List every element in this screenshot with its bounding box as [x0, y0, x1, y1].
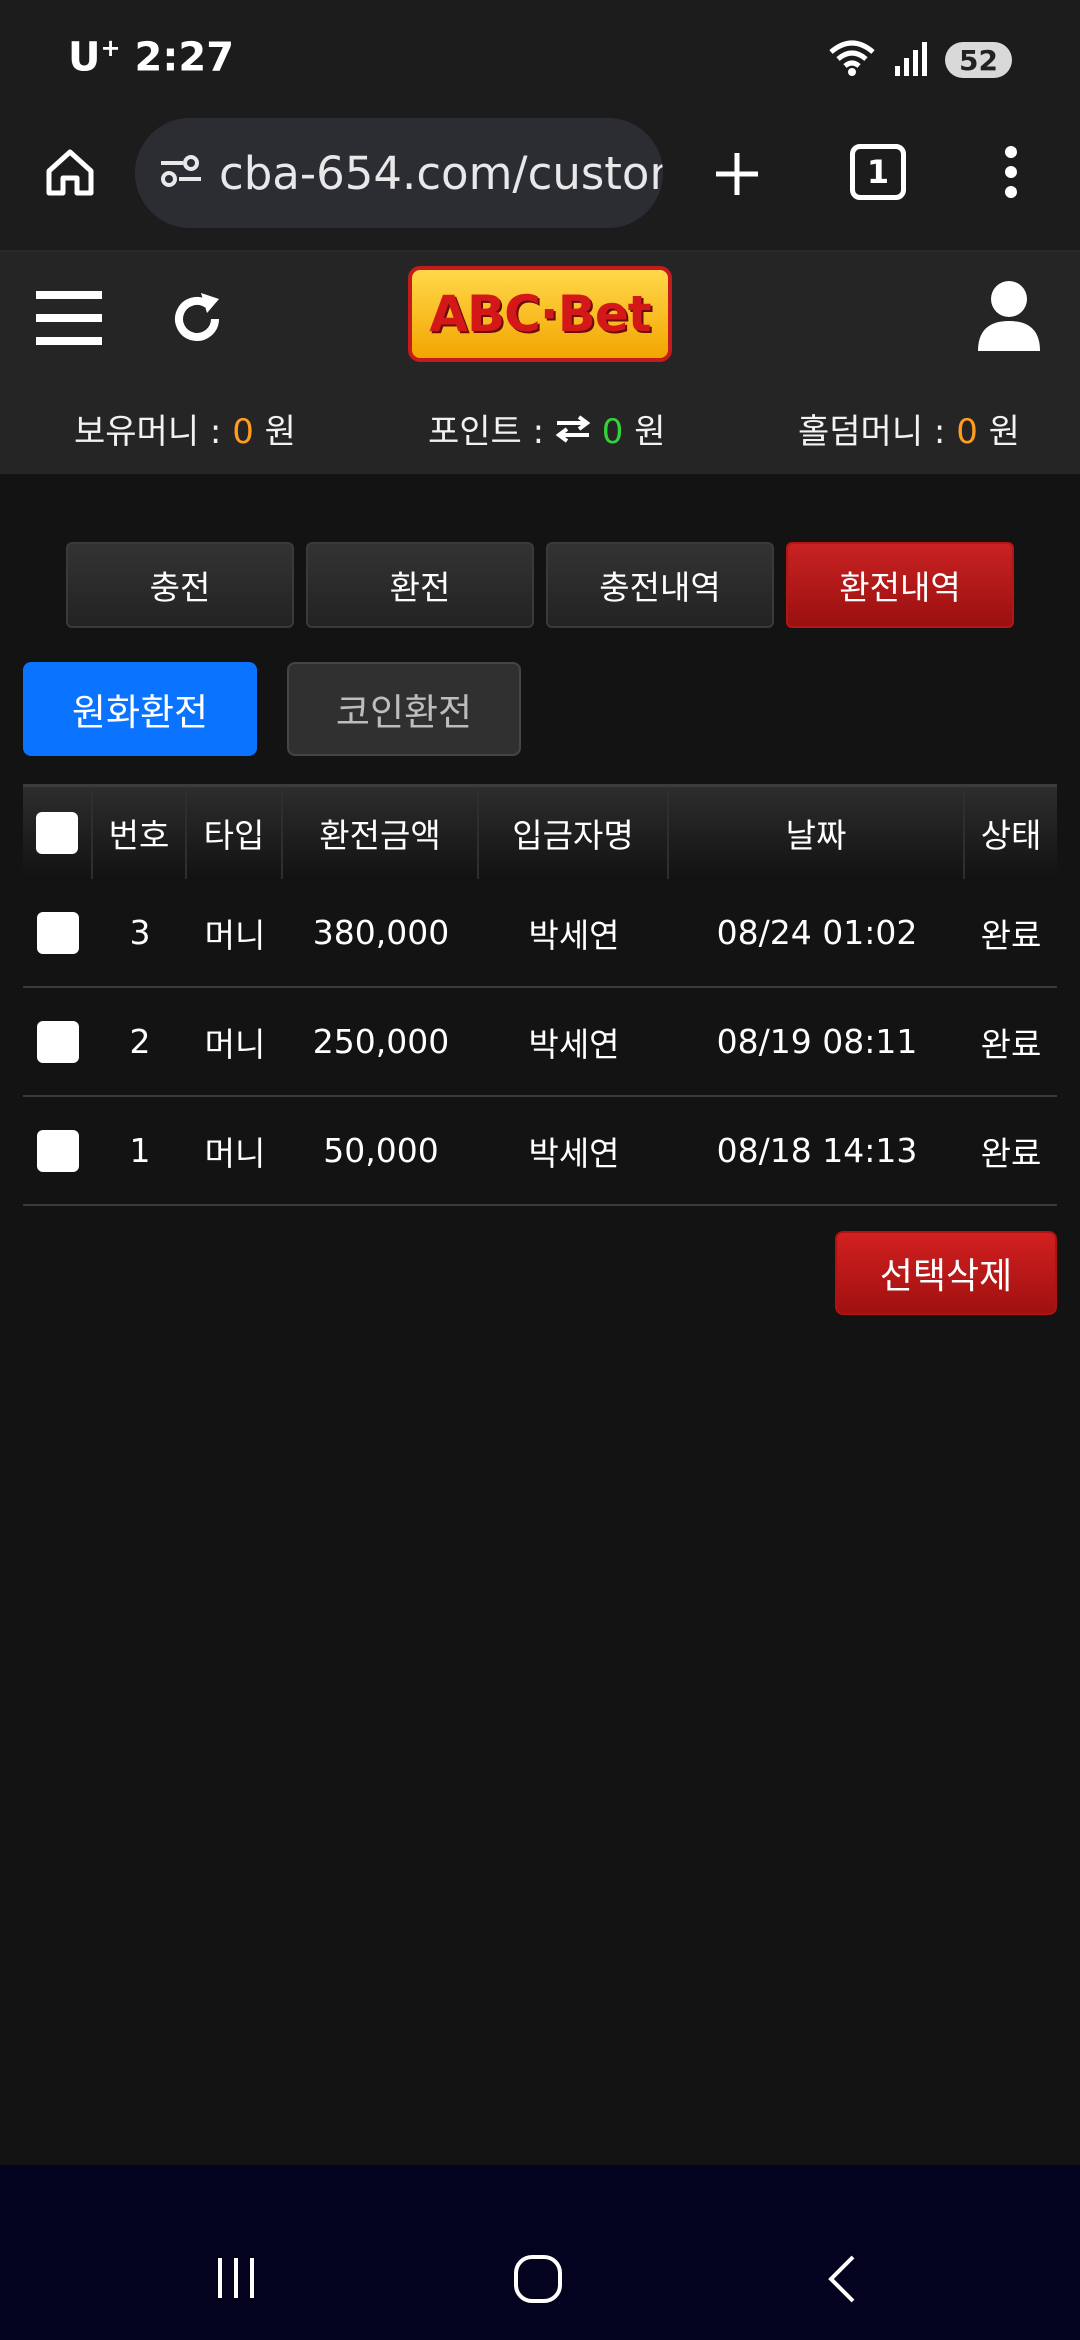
back-nav-icon[interactable]: [816, 2251, 866, 2307]
header-amount: 환전금액: [283, 787, 479, 879]
wallet-point-value: 0: [601, 412, 624, 452]
wallet-holdem-value: 0: [956, 412, 978, 452]
row-date: 08/24 01:02: [716, 913, 918, 952]
new-tab-icon[interactable]: [707, 144, 767, 204]
status-icons: 52: [827, 38, 1012, 82]
header-type: 타입: [187, 787, 283, 879]
tab-withdraw-history[interactable]: 환전내역: [786, 542, 1014, 628]
wallet-holdem: 홀덤머니 : 0 원: [798, 404, 1020, 453]
wallet-point-label: 포인트 :: [428, 412, 545, 452]
table-header: 번호 타입 환전금액 입금자명 날짜 상태: [23, 784, 1057, 879]
carrier-time: U+ 2:27: [68, 34, 234, 80]
table-row: 2 머니 250,000 박세연 08/19 08:11 완료: [23, 988, 1057, 1097]
row-status: 완료: [980, 1024, 1042, 1064]
home-nav-icon[interactable]: [508, 2251, 568, 2307]
signal-icon: [893, 38, 929, 82]
row-status: 완료: [980, 915, 1042, 955]
row-date: 08/19 08:11: [716, 1022, 918, 1061]
wallet-money-value: 0: [232, 412, 254, 452]
wallet-money: 보유머니 : 0 원: [74, 404, 296, 453]
refresh-icon[interactable]: [166, 288, 228, 350]
table-row: 1 머니 50,000 박세연 08/18 14:13 완료: [23, 1097, 1057, 1206]
row-type: 머니: [204, 1024, 266, 1064]
site-settings-icon[interactable]: [157, 151, 205, 195]
recent-apps-icon[interactable]: [206, 2253, 266, 2303]
row-select-cell: [23, 879, 93, 986]
url-text: cba-654.com/custon: [219, 146, 663, 200]
row-no: 2: [129, 1022, 151, 1061]
browser-toolbar: cba-654.com/custon 1: [0, 118, 1080, 252]
delete-selected-button[interactable]: 선택삭제: [835, 1231, 1057, 1315]
tab-deposit[interactable]: 충전: [66, 542, 294, 628]
exchange-arrows-icon[interactable]: [555, 412, 602, 452]
home-icon[interactable]: [40, 142, 100, 202]
wallet-money-unit: 원: [264, 412, 296, 452]
row-depositor: 박세연: [528, 1024, 620, 1064]
carrier-sup: +: [100, 34, 121, 62]
wallet-point: 포인트 : 0 원: [428, 404, 665, 453]
row-type: 머니: [204, 1133, 266, 1173]
site-header: ABC·Bet 보유머니 : 0 원 포인트 : 0 원 홀덤머니 : 0 원: [0, 252, 1080, 474]
wallet-point-unit: 원: [634, 412, 666, 452]
tab-withdraw[interactable]: 환전: [306, 542, 534, 628]
battery-indicator: 52: [945, 42, 1012, 78]
wallet-holdem-label: 홀덤머니 :: [798, 412, 946, 452]
subtab-krw-withdraw[interactable]: 원화환전: [23, 662, 257, 756]
tab-count-button[interactable]: 1: [850, 144, 906, 200]
user-profile-icon[interactable]: [974, 276, 1044, 356]
status-bar: U+ 2:27 52: [0, 0, 1080, 118]
select-all-cell: [23, 787, 93, 879]
header-depositor: 입금자명: [479, 787, 669, 879]
row-checkbox[interactable]: [37, 1129, 79, 1172]
header-status: 상태: [980, 816, 1042, 855]
main-tabs: 충전 환전 충전내역 환전내역: [66, 542, 1014, 628]
withdraw-history-table: 번호 타입 환전금액 입금자명 날짜 상태 3 머니 380,000 박세연 0…: [23, 784, 1057, 1206]
row-depositor: 박세연: [528, 1133, 620, 1173]
row-amount: 50,000: [323, 1131, 439, 1170]
tab-deposit-history[interactable]: 충전내역: [546, 542, 774, 628]
wifi-icon: [827, 38, 877, 82]
select-all-checkbox[interactable]: [36, 812, 78, 854]
system-nav-bar: [0, 2165, 1080, 2340]
row-type: 머니: [204, 915, 266, 955]
row-checkbox[interactable]: [37, 911, 79, 954]
row-checkbox[interactable]: [37, 1020, 79, 1063]
carrier-label: U: [68, 34, 101, 81]
header-date: 날짜: [669, 787, 965, 879]
row-amount: 250,000: [312, 1022, 450, 1061]
row-depositor: 박세연: [528, 915, 620, 955]
row-status: 완료: [980, 1133, 1042, 1173]
header-no: 번호: [93, 787, 187, 879]
sub-tabs: 원화환전 코인환전: [23, 662, 521, 756]
row-amount: 380,000: [312, 913, 450, 952]
row-date: 08/18 14:13: [716, 1131, 918, 1170]
address-bar[interactable]: cba-654.com/custon: [135, 118, 663, 228]
wallet-money-label: 보유머니 :: [74, 412, 222, 452]
row-select-cell: [23, 988, 93, 1095]
more-menu-icon[interactable]: [996, 140, 1026, 204]
subtab-coin-withdraw[interactable]: 코인환전: [287, 662, 521, 756]
row-no: 3: [129, 913, 151, 952]
site-logo[interactable]: ABC·Bet: [408, 266, 672, 362]
wallet-holdem-unit: 원: [988, 412, 1020, 452]
hamburger-menu-icon[interactable]: [36, 288, 102, 348]
table-row: 3 머니 380,000 박세연 08/24 01:02 완료: [23, 879, 1057, 988]
row-no: 1: [129, 1131, 151, 1170]
row-select-cell: [23, 1097, 93, 1204]
clock: 2:27: [134, 34, 235, 81]
